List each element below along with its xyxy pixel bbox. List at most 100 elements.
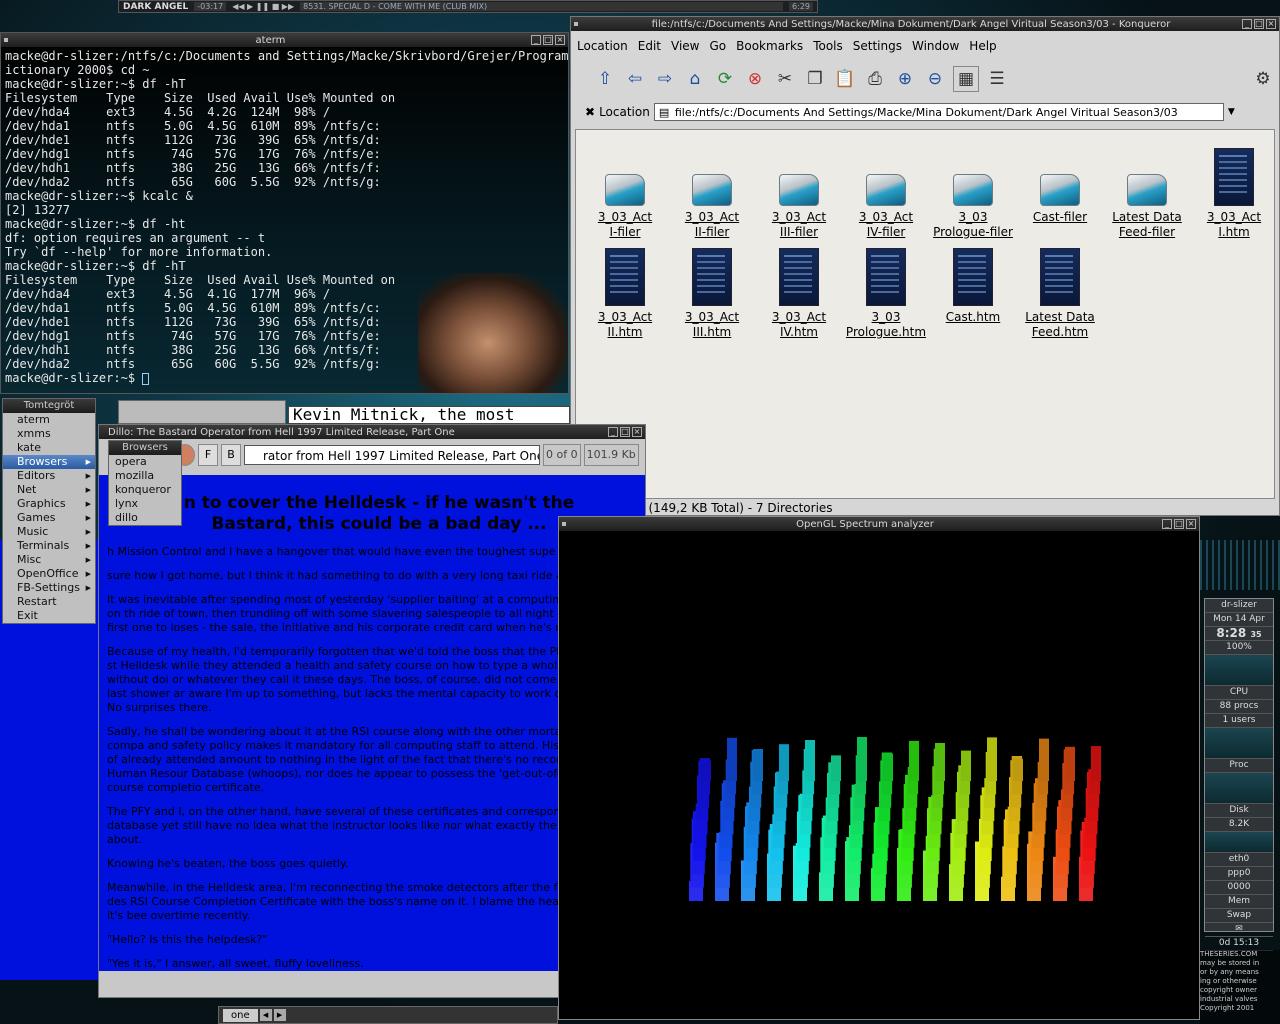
menu-item-restart[interactable]: Restart: [3, 595, 95, 609]
menu-edit[interactable]: Edit: [638, 39, 661, 57]
menu-item-editors[interactable]: Editors ▶: [3, 469, 95, 483]
maximize-icon[interactable]: □: [620, 427, 630, 437]
submenu-item-mozilla[interactable]: mozilla: [109, 469, 181, 483]
reload-icon[interactable]: ⟳: [713, 67, 737, 91]
folder-item[interactable]: 3_03 Prologue-filer: [928, 174, 1018, 240]
close-icon[interactable]: ×: [1266, 19, 1276, 29]
menu-item-exit[interactable]: Exit: [3, 609, 95, 623]
location-input[interactable]: ▤ file:/ntfs/c:/Documents And Settings/M…: [653, 103, 1224, 121]
maximize-icon[interactable]: □: [1254, 19, 1264, 29]
gkrellm-monitor[interactable]: dr-slizer Mon 14 Apr 8:28 35 100% CPU 88…: [1204, 598, 1274, 951]
back-arrow-icon[interactable]: ⇦: [623, 67, 647, 91]
aterm-window[interactable]: aterm _ □ × macke@dr-slizer:/ntfs/c:/Doc…: [0, 32, 569, 394]
folder-item[interactable]: 3_03_Act II-filer: [667, 174, 757, 240]
menu-item-aterm[interactable]: aterm: [3, 413, 95, 427]
location-dropdown-icon[interactable]: ▼: [1228, 107, 1235, 117]
folder-item[interactable]: Latest Data Feed-filer: [1102, 174, 1192, 240]
window-menu-icon[interactable]: [574, 22, 578, 26]
xmms-player-bar[interactable]: DARK ANGEL -03:17 ◀◀ ▶ ❚❚ ■ ▶▶ 8531. SPE…: [118, 0, 818, 13]
menu-window[interactable]: Window: [912, 39, 959, 57]
up-arrow-icon[interactable]: ⇧: [593, 67, 617, 91]
background-window[interactable]: [118, 400, 286, 424]
minimize-icon[interactable]: _: [531, 35, 541, 45]
maximize-icon[interactable]: □: [1174, 519, 1184, 529]
menu-help[interactable]: Help: [969, 39, 996, 57]
html-file-item[interactable]: Cast.htm: [928, 248, 1018, 325]
clear-location-icon[interactable]: ✖: [585, 105, 595, 119]
print-icon[interactable]: ⎙: [863, 67, 887, 91]
next-workspace-icon[interactable]: ▶: [273, 1009, 286, 1021]
bookmarks-button[interactable]: B: [221, 444, 241, 466]
url-input[interactable]: rator from Hell 1997 Limited Release, Pa…: [244, 445, 540, 465]
menu-item-games[interactable]: Games ▶: [3, 511, 95, 525]
zoom-out-icon[interactable]: ⊖: [923, 67, 947, 91]
browsers-submenu[interactable]: Browsers opera mozilla konqueror lynx dillo: [108, 440, 182, 526]
menu-bookmarks[interactable]: Bookmarks: [736, 39, 803, 57]
menu-item-net[interactable]: Net ▶: [3, 483, 95, 497]
home-icon[interactable]: ⌂: [683, 67, 707, 91]
file-icon-view[interactable]: 3_03_Act I-filer 3_03_Act II-filer 3_03_Act I…: [575, 129, 1275, 499]
aterm-terminal[interactable]: macke@dr-slizer:/ntfs/c:/Documents and S…: [1, 47, 568, 393]
html-file-item[interactable]: 3_03_Act III.htm: [667, 248, 757, 340]
paste-icon[interactable]: 📋: [833, 67, 857, 91]
spectrum-analyzer-window[interactable]: OpenGL Spectrum analyzer _ □ ×: [558, 516, 1200, 1020]
menu-item-browsers[interactable]: Browsers ▶: [3, 455, 95, 469]
xmms-controls[interactable]: ◀◀ ▶ ❚❚ ■ ▶▶: [232, 2, 294, 11]
fullscreen-button[interactable]: F: [198, 444, 218, 466]
submenu-item-dillo[interactable]: dillo: [109, 511, 181, 525]
spectrum-titlebar[interactable]: OpenGL Spectrum analyzer _ □ ×: [559, 517, 1199, 531]
menu-view[interactable]: View: [671, 39, 699, 57]
konqueror-titlebar[interactable]: file:/ntfs/c:/Documents And Settings/Mac…: [571, 17, 1279, 31]
folder-item[interactable]: Cast-filer: [1015, 174, 1105, 225]
html-file-item[interactable]: 3_03 Prologue.htm: [841, 248, 931, 340]
folder-item[interactable]: 3_03_Act I-filer: [580, 174, 670, 240]
menu-item-graphics[interactable]: Graphics ▶: [3, 497, 95, 511]
folder-item[interactable]: 3_03_Act IV-filer: [841, 174, 931, 240]
window-menu-icon[interactable]: [562, 522, 566, 526]
close-icon[interactable]: ×: [1186, 519, 1196, 529]
html-file-item[interactable]: 3_03_Act IV.htm: [754, 248, 844, 340]
close-icon[interactable]: ×: [632, 427, 642, 437]
gk-mail-icon[interactable]: ✉: [1205, 923, 1273, 937]
window-menu-icon[interactable]: [4, 38, 8, 42]
gk-percent: 100%: [1205, 641, 1273, 655]
root-menu[interactable]: Tomtegröt aterm xmms kate Browsers ▶ Editors ▶…: [2, 398, 96, 624]
dillo-titlebar[interactable]: Dillo: The Bastard Operator from Hell 19…: [99, 425, 645, 439]
menu-item-music[interactable]: Music ▶: [3, 525, 95, 539]
konqueror-window[interactable]: file:/ntfs/c:/Documents And Settings/Mac…: [570, 16, 1280, 516]
prev-workspace-icon[interactable]: ◀: [259, 1009, 272, 1021]
menu-item-openoffice[interactable]: OpenOffice ▶: [3, 567, 95, 581]
list-view-icon[interactable]: ☰: [985, 67, 1009, 91]
workspace-pager[interactable]: one ◀ ▶: [218, 1006, 558, 1024]
menu-item-fb-settings[interactable]: FB-Settings ▶: [3, 581, 95, 595]
icon-view-icon[interactable]: ▦: [953, 66, 979, 92]
copy-icon[interactable]: ❐: [803, 67, 827, 91]
menu-go[interactable]: Go: [710, 39, 727, 57]
menu-item-kate[interactable]: kate: [3, 441, 95, 455]
menu-tools[interactable]: Tools: [813, 39, 843, 57]
menu-item-misc[interactable]: Misc ▶: [3, 553, 95, 567]
submenu-item-konqueror[interactable]: konqueror: [109, 483, 181, 497]
stop-icon[interactable]: ⊗: [743, 67, 767, 91]
menu-settings[interactable]: Settings: [853, 39, 902, 57]
menu-location[interactable]: Location: [577, 39, 628, 57]
maximize-icon[interactable]: □: [543, 35, 553, 45]
minimize-icon[interactable]: _: [1162, 519, 1172, 529]
folder-item[interactable]: 3_03_Act III-filer: [754, 174, 844, 240]
zoom-in-icon[interactable]: ⊕: [893, 67, 917, 91]
minimize-icon[interactable]: _: [608, 427, 618, 437]
submenu-item-lynx[interactable]: lynx: [109, 497, 181, 511]
html-file-item[interactable]: 3_03_Act I.htm: [1189, 148, 1274, 240]
forward-arrow-icon[interactable]: ⇨: [653, 67, 677, 91]
close-icon[interactable]: ×: [555, 35, 565, 45]
spectrum-bar: [909, 740, 919, 781]
aterm-titlebar[interactable]: aterm _ □ ×: [1, 33, 568, 47]
workspace-name[interactable]: one: [223, 1008, 258, 1022]
submenu-item-opera[interactable]: opera: [109, 455, 181, 469]
html-file-item[interactable]: 3_03_Act II.htm: [580, 248, 670, 340]
menu-item-xmms[interactable]: xmms: [3, 427, 95, 441]
menu-item-terminals[interactable]: Terminals ▶: [3, 539, 95, 553]
html-file-item[interactable]: Latest Data Feed.htm: [1015, 248, 1105, 340]
cut-icon[interactable]: ✂: [773, 67, 797, 91]
minimize-icon[interactable]: _: [1242, 19, 1252, 29]
